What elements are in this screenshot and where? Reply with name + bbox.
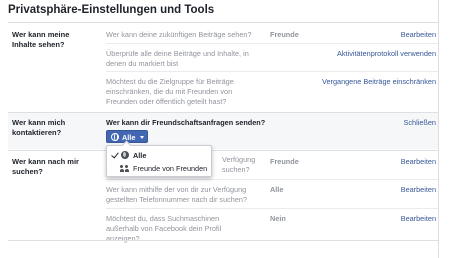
row-divider <box>106 179 438 180</box>
divider <box>8 150 438 151</box>
friends-icon <box>120 165 130 172</box>
row-divider <box>106 43 438 44</box>
section-label-content: Wer kann meine Inhalte sehen? <box>12 30 70 49</box>
audience-label: Alle <box>122 133 136 142</box>
globe-icon <box>111 133 119 141</box>
edit-future-posts-link[interactable]: Bearbeiten <box>401 30 436 39</box>
limit-past-posts-link[interactable]: Vergangene Beiträge einschränken <box>322 77 436 86</box>
audience-dropdown-menu: Alle Freunde von Freunden <box>106 145 212 177</box>
globe-icon <box>121 151 129 159</box>
value-future-posts: Freunde <box>270 30 299 39</box>
edit-search-engines-link[interactable]: Bearbeiten <box>401 214 436 223</box>
question-review-posts: Überprüfe alle deine Beiträge und Inhalt… <box>106 49 249 68</box>
value-search-engines: Nein <box>270 214 286 223</box>
close-link[interactable]: Schließen <box>404 118 436 127</box>
edit-email-lookup-link[interactable]: Bearbeiten <box>401 157 436 166</box>
question-future-posts: Wer kann deine zukünftigen Beiträge sehe… <box>106 30 252 39</box>
check-icon <box>111 150 119 159</box>
divider <box>8 240 438 241</box>
row-divider <box>106 208 438 209</box>
section-label-contact: Wer kann mich kontaktieren? <box>12 118 66 137</box>
section-label-lookup: Wer kann nach mir suchen? <box>12 157 79 176</box>
activity-log-link[interactable]: Aktivitätenprotokoll verwenden <box>337 49 436 58</box>
edit-phone-lookup-link[interactable]: Bearbeiten <box>401 185 436 194</box>
menu-item-label: Freunde von Freunden <box>133 164 208 173</box>
row-divider <box>106 71 438 72</box>
question-email-line2: suchen? <box>222 165 250 174</box>
page-title: Privatsphäre-Einstellungen und Tools <box>8 4 215 16</box>
menu-item-label: Alle <box>133 151 147 160</box>
question-limit-past-posts: Möchtest du die Zielgruppe für Beiträge … <box>106 77 234 106</box>
menu-item-friends-of-friends[interactable]: Freunde von Freunden <box>107 162 211 175</box>
value-email-lookup: Freunde <box>270 157 299 166</box>
chevron-down-icon <box>140 136 144 139</box>
menu-item-everyone[interactable]: Alle <box>107 149 211 162</box>
question-email-lookup-partial: Verfügung suchen? <box>222 155 262 175</box>
value-phone-lookup: Alle <box>270 185 284 194</box>
question-email-line1: Verfügung <box>222 155 256 164</box>
divider <box>8 22 438 23</box>
question-friend-requests: Wer kann dir Freundschaftsanfragen sende… <box>106 118 266 127</box>
question-phone-lookup: Wer kann mithilfe der von dir zur Verfüg… <box>106 185 248 204</box>
panel-border <box>438 0 439 258</box>
